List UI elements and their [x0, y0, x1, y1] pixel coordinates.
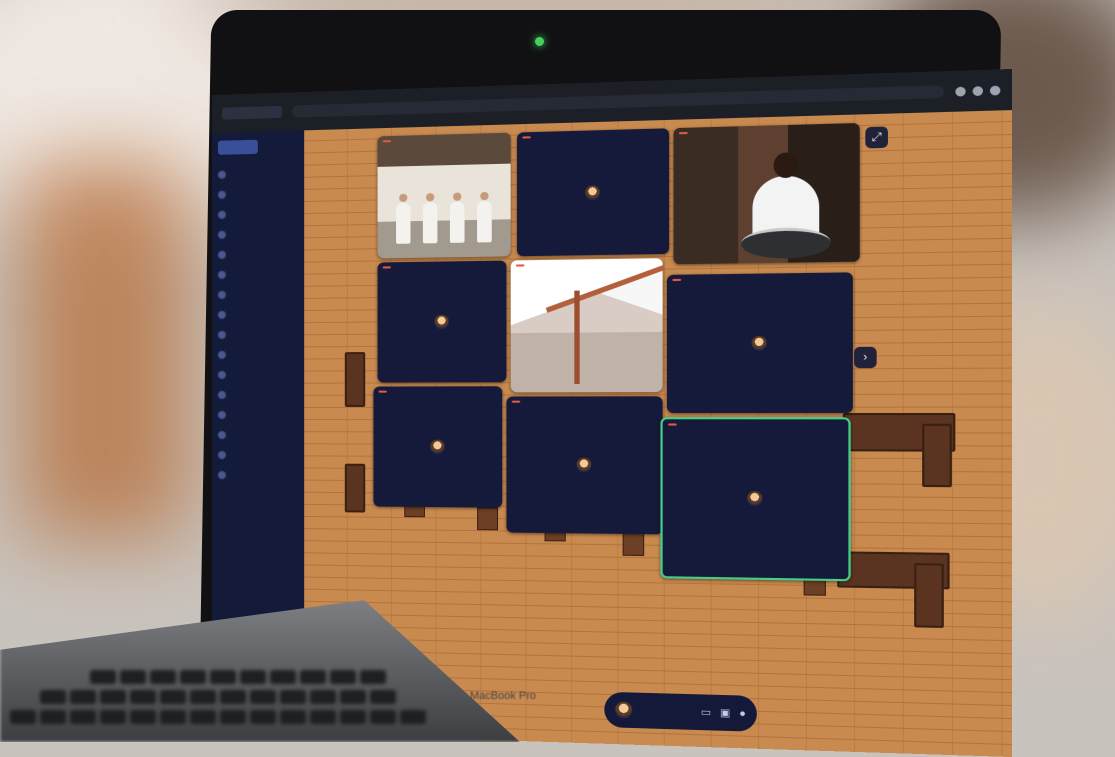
address-bar[interactable] — [292, 85, 944, 118]
sidebar-item-icon — [217, 310, 226, 319]
sidebar-item[interactable] — [217, 304, 298, 325]
participant-video — [377, 132, 511, 259]
sidebar-item[interactable] — [217, 284, 298, 305]
mic-icon[interactable]: ● — [739, 708, 746, 720]
sidebar-item[interactable] — [217, 445, 298, 465]
sidebar-item[interactable] — [217, 324, 298, 345]
sidebar-item[interactable] — [217, 163, 298, 185]
browser-tab[interactable] — [221, 105, 282, 120]
cabinet-right — [922, 423, 952, 488]
participant-tile[interactable] — [666, 272, 853, 413]
participant-avatar — [746, 491, 763, 506]
expand-icon: ⤢ — [871, 130, 882, 144]
video-figure — [449, 201, 465, 243]
participant-tile[interactable] — [517, 128, 670, 257]
profile-icon[interactable] — [989, 85, 1001, 96]
video-beam — [574, 290, 580, 384]
chair — [622, 532, 645, 557]
sidebar-item-icon — [217, 250, 226, 259]
participant-video — [673, 122, 860, 265]
browser-actions — [955, 85, 1001, 97]
sidebar-item-icon — [217, 170, 226, 179]
participant-avatar — [585, 185, 601, 201]
webcam-light — [535, 37, 544, 46]
sidebar-item-icon — [217, 390, 226, 399]
sidebar-item[interactable] — [217, 223, 298, 245]
participant-name-tag — [678, 131, 688, 135]
sidebar-item-icon — [217, 410, 226, 420]
participant-tile[interactable] — [510, 258, 663, 393]
video-figure — [422, 202, 438, 244]
participant-tile[interactable] — [373, 386, 503, 508]
participant-tile[interactable] — [506, 396, 663, 535]
participant-name-tag — [382, 266, 391, 269]
bookmark-icon[interactable] — [972, 85, 984, 96]
participant-name-tag — [515, 264, 525, 267]
sidebar-item-icon — [217, 350, 226, 359]
sidebar-item[interactable] — [217, 183, 298, 205]
self-avatar[interactable] — [615, 701, 633, 719]
sidebar-item-icon — [217, 451, 226, 460]
video-figure — [396, 202, 411, 244]
expand-button[interactable]: ⤢ — [865, 126, 888, 149]
participant-avatar — [751, 335, 767, 351]
next-page-button[interactable]: › — [854, 346, 877, 369]
sidebar-item[interactable] — [217, 244, 298, 265]
sidebar-item-icon — [217, 230, 226, 239]
sidebar-item-icon — [217, 370, 226, 379]
sidebar-item[interactable] — [217, 465, 298, 486]
participant-avatar — [434, 314, 449, 330]
chevron-right-icon: › — [863, 351, 868, 364]
video-figure — [477, 201, 492, 243]
chair — [477, 507, 499, 531]
participant-tile[interactable] — [377, 260, 507, 383]
sidebar-item-icon — [217, 210, 226, 219]
sidebar-item-icon — [217, 471, 226, 480]
camera-icon[interactable]: ▣ — [720, 707, 730, 719]
participant-name-tag — [378, 390, 387, 393]
sidebar-item[interactable] — [217, 425, 298, 445]
participant-avatar — [430, 439, 445, 454]
laptop-brand-text: MacBook Pro — [470, 690, 537, 702]
extension-icon[interactable] — [955, 86, 966, 97]
sidebar-item[interactable] — [217, 203, 298, 225]
video-pot — [741, 226, 831, 260]
video-beam — [545, 259, 663, 313]
participant-name-tag — [382, 140, 391, 143]
sidebar-item-icon — [217, 290, 226, 299]
participant-tile[interactable] — [377, 132, 511, 259]
participant-name-tag — [511, 400, 521, 403]
control-bar: ▭ ▣ ● — [604, 691, 757, 732]
participant-name-tag — [522, 136, 531, 139]
sidebar-item-icon — [217, 431, 226, 440]
sidebar-item[interactable] — [217, 365, 298, 385]
screen-share-icon[interactable]: ▭ — [701, 706, 711, 718]
sidebar-item[interactable] — [217, 344, 298, 365]
participant-name-tag — [672, 278, 682, 282]
participant-tile[interactable] — [660, 417, 851, 582]
participant-tile[interactable] — [673, 122, 860, 265]
participant-video — [510, 258, 663, 393]
self-name — [641, 711, 692, 712]
sidebar-item-icon — [217, 270, 226, 279]
participant-avatar — [576, 457, 592, 473]
sidebar-item[interactable] — [217, 264, 298, 285]
sidebar-item-icon — [217, 330, 226, 339]
sidebar-item-icon — [217, 190, 226, 199]
desk-bottom-left — [344, 463, 366, 513]
desk-left — [344, 352, 366, 407]
sidebar-item[interactable] — [217, 405, 298, 425]
participant-name-tag — [668, 423, 677, 426]
cabinet-bottom-right — [914, 563, 944, 628]
sidebar-item[interactable] — [217, 385, 298, 405]
app-logo[interactable] — [217, 139, 258, 155]
